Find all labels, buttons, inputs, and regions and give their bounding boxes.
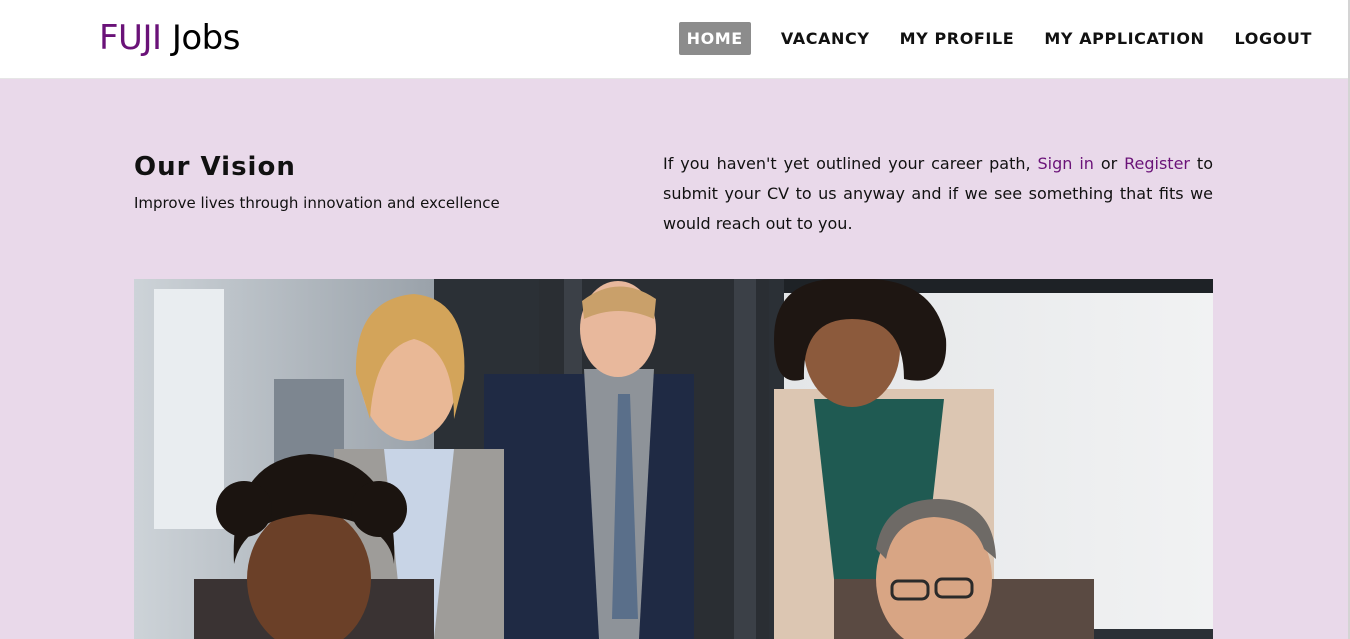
sign-in-link[interactable]: Sign in [1038,154,1094,173]
nav-vacancy[interactable]: VACANCY [781,22,870,55]
career-intro-text: If you haven't yet outlined your career … [663,149,1213,239]
brand-name-fuji: FUJI [99,18,162,58]
brand-name-jobs: Jobs [171,18,241,58]
main-nav: HOME VACANCY MY PROFILE MY APPLICATION L… [678,22,1312,55]
register-link[interactable]: Register [1124,154,1190,173]
nav-my-application[interactable]: MY APPLICATION [1044,22,1204,55]
brand-logo[interactable]: FUJI Jobs [99,18,240,58]
vision-heading: Our Vision [134,152,296,182]
team-office-photo [134,279,1213,639]
nav-home[interactable]: HOME [678,22,751,55]
top-navbar: FUJI Jobs HOME VACANCY MY PROFILE MY APP… [0,0,1348,79]
intro-or-text: or [1093,154,1125,173]
team-photo-illustration [134,279,1213,639]
intro-text-start: If you haven't yet outlined your career … [663,154,1038,173]
nav-logout[interactable]: LOGOUT [1235,22,1312,55]
nav-my-profile[interactable]: MY PROFILE [900,22,1015,55]
vision-subtitle: Improve lives through innovation and exc… [134,194,500,212]
